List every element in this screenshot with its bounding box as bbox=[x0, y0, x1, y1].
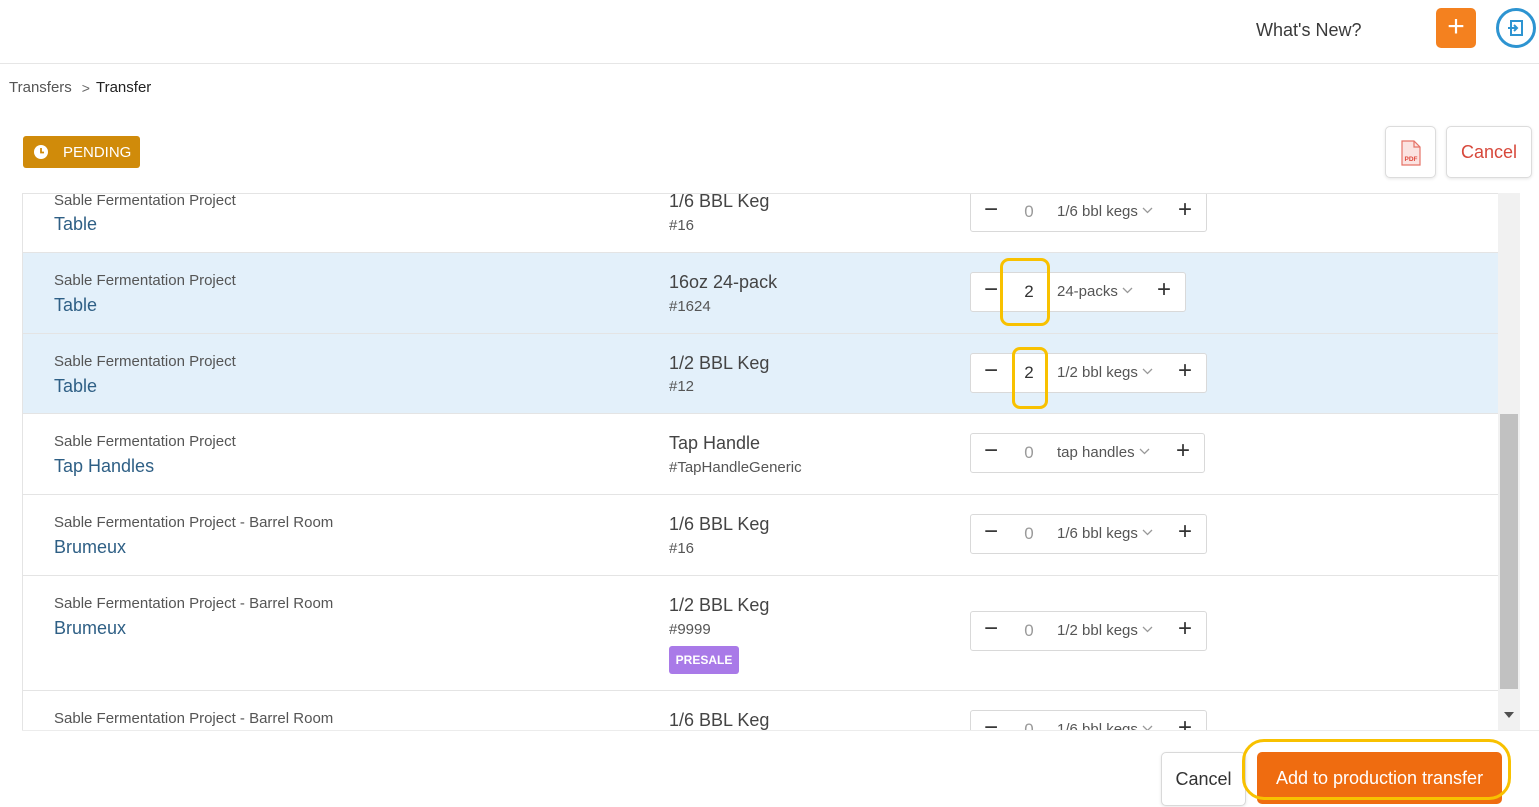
increment-button[interactable]: + bbox=[1175, 518, 1195, 546]
decrement-button[interactable]: − bbox=[981, 196, 1001, 224]
list-item[interactable]: Sable Fermentation Project Table 1/6 BBL… bbox=[23, 193, 1499, 253]
quantity-stepper: − 0 1/6 bbl kegs + bbox=[970, 194, 1207, 232]
item-package: 1/2 BBL Keg bbox=[669, 353, 770, 373]
item-package: 1/6 BBL Keg bbox=[669, 193, 770, 211]
increment-button[interactable]: + bbox=[1154, 276, 1174, 304]
quantity-stepper: − 2 1/2 bbl kegs + bbox=[970, 353, 1207, 393]
unit-label: 1/6 bbl kegs bbox=[1057, 203, 1138, 220]
item-sku: #1624 bbox=[669, 298, 711, 315]
quantity-stepper: − 0 tap handles + bbox=[970, 433, 1205, 473]
scroll-down-arrow-icon[interactable] bbox=[1504, 712, 1514, 719]
item-location: Sable Fermentation Project - Barrel Room bbox=[54, 710, 334, 727]
chevron-down-icon bbox=[1142, 626, 1153, 633]
status-label: PENDING bbox=[63, 143, 132, 161]
cancel-top-button[interactable]: Cancel bbox=[1446, 126, 1532, 178]
unit-label: 1/2 bbl kegs bbox=[1057, 364, 1138, 381]
increment-button[interactable]: + bbox=[1175, 196, 1195, 224]
svg-text:PDF: PDF bbox=[1405, 156, 1418, 163]
user-avatar-button[interactable] bbox=[1496, 8, 1536, 48]
item-location: Sable Fermentation Project bbox=[54, 353, 236, 370]
breadcrumb-current: Transfer bbox=[95, 79, 152, 96]
unit-label: 24-packs bbox=[1057, 283, 1118, 300]
item-name-link[interactable]: Brumeux bbox=[54, 618, 126, 639]
item-location: Sable Fermentation Project bbox=[54, 193, 236, 209]
pdf-button[interactable]: PDF bbox=[1385, 126, 1436, 178]
item-name-link[interactable]: Table bbox=[54, 295, 97, 316]
quantity-input[interactable]: 2 bbox=[1019, 363, 1039, 383]
transfer-page: What's New? + Transfers > Transfer PENDI… bbox=[0, 0, 1539, 807]
quantity-stepper: − 0 1/2 bbl kegs + bbox=[970, 611, 1207, 651]
item-sku: #TapHandleGeneric bbox=[669, 459, 802, 476]
plus-icon: + bbox=[1447, 10, 1465, 43]
unit-select[interactable]: 24-packs bbox=[1057, 283, 1133, 300]
item-sku: #16 bbox=[669, 217, 695, 234]
decrement-button[interactable]: − bbox=[981, 518, 1001, 546]
item-location: Sable Fermentation Project bbox=[54, 433, 236, 450]
chevron-down-icon bbox=[1142, 368, 1153, 375]
add-to-production-transfer-button[interactable]: Add to production transfer bbox=[1257, 752, 1502, 804]
item-name-link[interactable]: Table bbox=[54, 214, 97, 235]
unit-select[interactable]: tap handles bbox=[1057, 444, 1150, 461]
cancel-bottom-button[interactable]: Cancel bbox=[1161, 752, 1246, 806]
whats-new-link[interactable]: What's New? bbox=[1256, 20, 1361, 41]
list-item[interactable]: Sable Fermentation Project Table 1/2 BBL… bbox=[23, 334, 1499, 414]
list-item[interactable]: Sable Fermentation Project - Barrel Room… bbox=[23, 576, 1499, 691]
breadcrumb-transfers-link[interactable]: Transfers bbox=[9, 79, 72, 96]
item-package: 1/6 BBL Keg bbox=[669, 710, 770, 730]
item-location: Sable Fermentation Project - Barrel Room bbox=[54, 595, 334, 612]
increment-button[interactable]: + bbox=[1175, 357, 1195, 385]
chevron-down-icon bbox=[1139, 448, 1150, 455]
presale-badge: PRESALE bbox=[669, 646, 739, 674]
quantity-stepper: − 0 1/6 bbl kegs + bbox=[970, 514, 1207, 554]
breadcrumb: Transfers > Transfer bbox=[9, 79, 151, 96]
increment-button[interactable]: + bbox=[1175, 615, 1195, 643]
chevron-down-icon bbox=[1142, 207, 1153, 214]
pdf-icon: PDF bbox=[1401, 140, 1421, 166]
item-location: Sable Fermentation Project - Barrel Room bbox=[54, 514, 334, 531]
list-scrollbar[interactable] bbox=[1498, 193, 1520, 730]
decrement-button[interactable]: − bbox=[981, 357, 1001, 385]
unit-select[interactable]: 1/2 bbl kegs bbox=[1057, 622, 1153, 639]
list-item[interactable]: Sable Fermentation Project Tap Handles T… bbox=[23, 414, 1499, 495]
item-package: 16oz 24-pack bbox=[669, 272, 778, 292]
quantity-input[interactable]: 0 bbox=[1019, 524, 1039, 544]
item-name-link[interactable]: Tap Handles bbox=[54, 456, 154, 477]
unit-select[interactable]: 1/6 bbl kegs bbox=[1057, 525, 1153, 542]
scrollbar-thumb[interactable] bbox=[1500, 414, 1518, 689]
quantity-input[interactable]: 0 bbox=[1019, 443, 1039, 463]
item-sku: #12 bbox=[669, 378, 695, 395]
clock-icon bbox=[33, 144, 49, 160]
quantity-stepper: − 2 24-packs + bbox=[970, 272, 1186, 312]
quantity-input[interactable]: 2 bbox=[1019, 282, 1039, 302]
status-badge: PENDING bbox=[23, 136, 140, 168]
list-item[interactable]: Sable Fermentation Project Table 16oz 24… bbox=[23, 253, 1499, 334]
chevron-down-icon bbox=[1142, 529, 1153, 536]
quantity-input[interactable]: 0 bbox=[1019, 202, 1039, 222]
item-package: Tap Handle bbox=[669, 433, 761, 453]
item-sku: #9999 bbox=[669, 621, 711, 638]
decrement-button[interactable]: − bbox=[981, 615, 1001, 643]
quantity-input[interactable]: 0 bbox=[1019, 621, 1039, 641]
unit-select[interactable]: 1/2 bbl kegs bbox=[1057, 364, 1153, 381]
item-package: 1/6 BBL Keg bbox=[669, 514, 770, 534]
item-package: 1/2 BBL Keg bbox=[669, 595, 770, 615]
item-name-link[interactable]: Table bbox=[54, 376, 97, 397]
user-avatar-icon bbox=[1508, 20, 1523, 36]
item-location: Sable Fermentation Project bbox=[54, 272, 236, 289]
add-button[interactable]: + bbox=[1436, 8, 1476, 48]
list-item[interactable]: Sable Fermentation Project - Barrel Room… bbox=[23, 495, 1499, 576]
increment-button[interactable]: + bbox=[1173, 437, 1193, 465]
unit-label: 1/2 bbl kegs bbox=[1057, 622, 1138, 639]
chevron-down-icon bbox=[1122, 287, 1133, 294]
top-bar: What's New? + bbox=[0, 0, 1539, 64]
transfer-items-list: Sable Fermentation Project Table 1/6 BBL… bbox=[22, 193, 1520, 807]
unit-label: tap handles bbox=[1057, 444, 1135, 461]
item-name-link[interactable]: Brumeux bbox=[54, 537, 126, 558]
decrement-button[interactable]: − bbox=[981, 276, 1001, 304]
unit-select[interactable]: 1/6 bbl kegs bbox=[1057, 203, 1153, 220]
breadcrumb-separator: > bbox=[81, 79, 90, 96]
item-sku: #16 bbox=[669, 540, 695, 557]
unit-label: 1/6 bbl kegs bbox=[1057, 525, 1138, 542]
decrement-button[interactable]: − bbox=[981, 437, 1001, 465]
